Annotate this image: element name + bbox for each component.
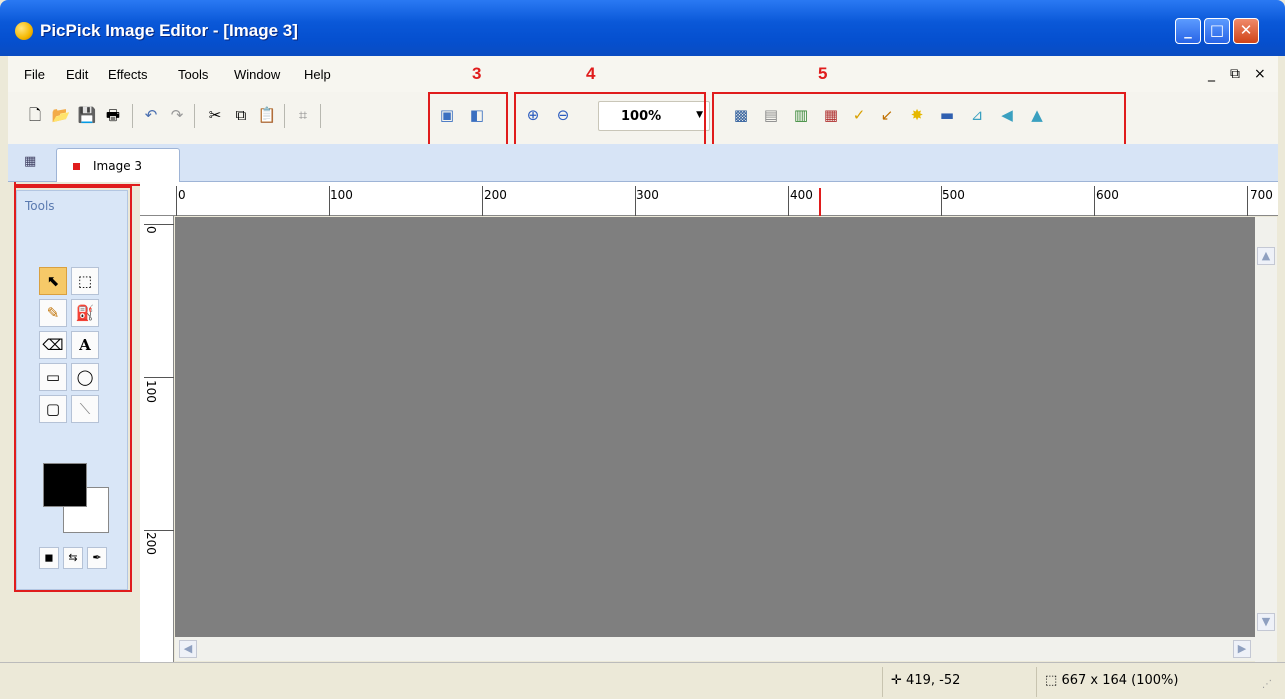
tab-list-icon[interactable]: ▦ xyxy=(24,154,40,170)
rect-select-tool-icon[interactable]: ⬚ xyxy=(71,267,99,295)
app-window: PicPick Image Editor - [Image 3] _ □ ✕ F… xyxy=(0,0,1285,699)
menu-help[interactable]: Help xyxy=(304,67,331,82)
horizontal-ruler: 0 100 200 300 400 500 600 700 xyxy=(140,182,1278,216)
menu-file[interactable]: File xyxy=(24,67,45,82)
annotation-box-4 xyxy=(514,92,706,150)
tab-image-3[interactable]: Image 3 xyxy=(56,148,180,182)
eraser-tool-icon[interactable]: ⌫ xyxy=(39,331,67,359)
rounded-rect-tool-icon[interactable]: ▢ xyxy=(39,395,67,423)
paste-icon[interactable]: 📋 xyxy=(256,104,278,126)
redo-icon[interactable]: ↷ xyxy=(166,104,188,126)
print-icon[interactable]: 🖶 xyxy=(102,104,124,126)
horizontal-scrollbar[interactable]: ◀ ▶ xyxy=(175,637,1255,661)
resize-grip-icon[interactable]: ⋰ xyxy=(1262,679,1272,690)
scroll-left-icon[interactable]: ◀ xyxy=(179,640,197,658)
modified-indicator-icon xyxy=(73,163,80,170)
save-icon[interactable]: 💾 xyxy=(76,104,98,126)
close-button[interactable]: ✕ xyxy=(1233,18,1259,44)
menu-tools[interactable]: Tools xyxy=(178,67,208,82)
crop-icon[interactable]: ⌗ xyxy=(292,104,314,126)
annotation-box-5 xyxy=(712,92,1126,150)
foreground-color-swatch[interactable] xyxy=(43,463,87,507)
cursor-position-marker xyxy=(819,188,821,216)
minimize-button[interactable]: _ xyxy=(1175,18,1201,44)
status-bar: ✛ 419, -52 ⬚ 667 x 164 (100%) ⋰ xyxy=(0,662,1285,699)
tools-panel-title: Tools xyxy=(25,199,55,213)
undo-icon[interactable]: ↶ xyxy=(140,104,162,126)
scroll-right-icon[interactable]: ▶ xyxy=(1233,640,1251,658)
scroll-down-icon[interactable]: ▼ xyxy=(1257,613,1275,631)
window-title: PicPick Image Editor - [Image 3] xyxy=(40,21,298,40)
default-colors-icon[interactable]: ◼ xyxy=(39,547,59,569)
cursor-position: 419, -52 xyxy=(906,673,961,688)
ellipse-tool-icon[interactable]: ◯ xyxy=(71,363,99,391)
annotation-box-3 xyxy=(428,92,508,150)
rectangle-tool-icon[interactable]: ▭ xyxy=(39,363,67,391)
text-tool-icon[interactable]: A xyxy=(71,331,99,359)
menu-bar: File Edit Effects Tools Window Help _ ⧉ … xyxy=(8,56,1278,92)
vertical-ruler: 0 100 200 xyxy=(140,216,174,662)
copy-icon[interactable]: ⧉ xyxy=(230,104,252,126)
line-tool-icon[interactable]: ⟍ xyxy=(71,395,99,423)
vertical-scrollbar[interactable]: ▲ ▼ xyxy=(1255,217,1277,662)
swap-colors-icon[interactable]: ⇆ xyxy=(63,547,83,569)
document-tab-strip xyxy=(8,144,1278,182)
mdi-minimize-button[interactable]: _ xyxy=(1208,66,1215,82)
menu-edit[interactable]: Edit xyxy=(66,67,88,82)
image-size-panel: ⬚ 667 x 164 (100%) xyxy=(1036,667,1236,697)
image-size: 667 x 164 (100%) xyxy=(1061,673,1179,688)
cursor-position-panel: ✛ 419, -52 xyxy=(882,667,1032,697)
select-tool-icon[interactable]: ⬉ xyxy=(39,267,67,295)
menu-window[interactable]: Window xyxy=(234,67,280,82)
menu-effects[interactable]: Effects xyxy=(108,67,148,82)
scroll-up-icon[interactable]: ▲ xyxy=(1257,247,1275,265)
tools-panel: Tools ⬉ ⬚ ✎ ⛽ ⌫ A ▭ ◯ ▢ ⟍ ◼ ⇆ ✒ xyxy=(16,190,128,590)
color-picker-icon[interactable]: ✒ xyxy=(87,547,107,569)
crosshair-icon: ✛ xyxy=(891,673,902,688)
image-canvas[interactable] xyxy=(175,217,1255,637)
annotation-number-5: 5 xyxy=(818,64,828,83)
image-size-icon: ⬚ xyxy=(1045,673,1058,688)
mdi-close-button[interactable]: × xyxy=(1254,66,1266,82)
fill-tool-icon[interactable]: ⛽ xyxy=(71,299,99,327)
maximize-button[interactable]: □ xyxy=(1204,18,1230,44)
annotation-number-4: 4 xyxy=(586,64,596,83)
annotation-number-3: 3 xyxy=(472,64,482,83)
new-icon[interactable]: 🗋 xyxy=(24,104,46,126)
mdi-restore-icon[interactable]: ⧉ xyxy=(1230,66,1240,82)
brush-tool-icon[interactable]: ✎ xyxy=(39,299,67,327)
open-icon[interactable]: 📂 xyxy=(50,104,72,126)
cut-icon[interactable]: ✂ xyxy=(204,104,226,126)
title-bar: PicPick Image Editor - [Image 3] _ □ ✕ xyxy=(0,0,1285,56)
app-icon xyxy=(15,22,33,40)
